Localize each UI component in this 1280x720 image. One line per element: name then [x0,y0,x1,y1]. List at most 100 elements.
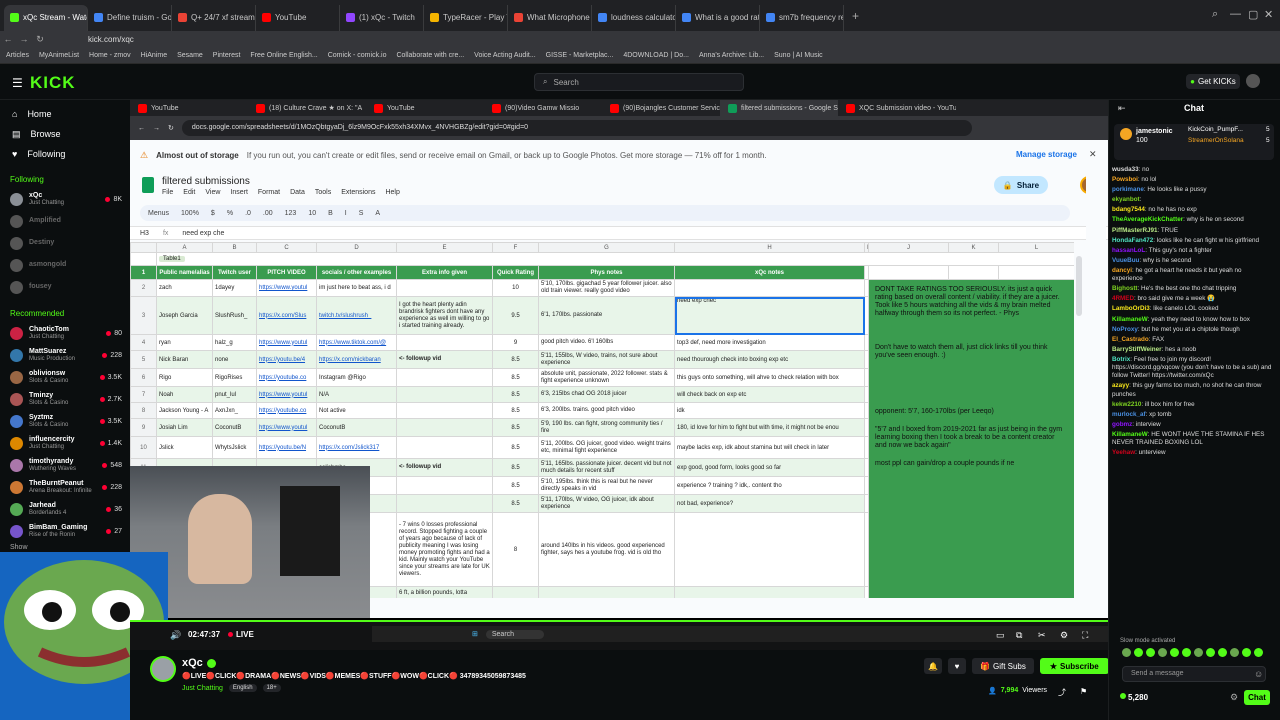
sidebar-channel[interactable]: Jarhead Borderlands 4 36 [0,498,130,520]
settings-gear-icon[interactable]: ⚙ [1060,630,1068,641]
sidebar-channel[interactable]: influencercity Just Chatting 1.4K [0,432,130,454]
bookmark-item[interactable]: HiAnime [141,52,167,59]
clip-icon[interactable]: ✂ [1038,630,1046,641]
sidebar-channel[interactable]: xQc Just Chatting 8K [0,188,130,210]
back-icon[interactable]: ← [0,34,16,44]
browser-tab[interactable]: What is a good ratio for v [676,4,760,31]
get-kicks-button[interactable]: ● Get KICKs [1186,74,1240,89]
bookmark-item[interactable]: Anna's Archive: Lib... [699,52,764,59]
bookmark-item[interactable]: Pinterest [213,52,241,59]
sidebar-channel[interactable]: TheBurntPeanut Arena Breakout: Infinite 22… [0,476,130,498]
bookmark-item[interactable]: MyAnimeList [39,52,79,59]
emote-icon[interactable] [1194,648,1203,657]
address-bar[interactable]: kick.com/xqc [88,35,134,44]
reload-icon[interactable]: ↻ [32,34,48,45]
chat-username[interactable]: KillamaneW [1112,431,1148,438]
emote-icon[interactable] [1182,648,1191,657]
share-stream-icon[interactable]: ⤴ [1058,687,1066,698]
chat-username[interactable]: Yeehaw [1112,449,1135,456]
emoji-picker-icon[interactable]: ☺ [1254,669,1263,679]
maximize-icon[interactable]: ▢ [1248,8,1258,21]
bookmark-item[interactable]: Home - zmov [89,52,131,59]
browser-tab[interactable]: xQc Stream - Watch Li [4,4,88,31]
theater-mode-icon[interactable]: ▭ [996,630,1005,641]
browser-tab[interactable]: sm7b frequency response [760,4,844,31]
report-flag-icon[interactable]: ⚑ [1080,687,1087,696]
tag-language[interactable]: English [228,684,257,692]
bookmark-item[interactable]: Collaborate with cre... [396,52,464,59]
sidebar-nav-following[interactable]: ♥ Following [0,144,130,164]
emote-icon[interactable] [1254,648,1263,657]
browser-tab[interactable]: YouTube [256,4,340,31]
emote-icon[interactable] [1158,648,1167,657]
chat-username[interactable]: gobmz [1112,421,1132,428]
browser-tab[interactable]: loudness calculator file - [592,4,676,31]
sidebar-channel[interactable]: timothyrandy Wuthering Waves 548 [0,454,130,476]
sidebar-channel[interactable]: Amplified [0,210,130,232]
chat-username[interactable]: kekw2210 [1112,401,1141,408]
emote-icon[interactable] [1122,648,1131,657]
menu-icon[interactable]: ☰ [12,76,23,90]
sidebar-channel[interactable]: Destiny [0,232,130,254]
gift-subs-button[interactable]: 🎁 Gift Subs [972,658,1034,674]
bookmark-item[interactable]: Free Online English... [250,52,317,59]
bookmark-item[interactable]: GISSE - Marketplac... [546,52,614,59]
chat-username[interactable]: NoProxy [1112,326,1138,333]
chat-username[interactable]: VuueBuu [1112,257,1139,264]
chat-username[interactable]: porkimane [1112,186,1144,193]
send-chat-button[interactable]: Chat [1244,690,1270,705]
browser-tab[interactable]: (1) xQc - Twitch [340,4,424,31]
sidebar-channel[interactable]: oblivionsw Slots & Casino 3.5K [0,366,130,388]
chat-username[interactable]: LamboOrDi3 [1112,305,1150,312]
sidebar-channel[interactable]: fousey [0,276,130,298]
bookmark-item[interactable]: Articles [6,52,29,59]
pinned-leaderboard[interactable]: jamestonic 100 KickCoin_PumpF... 5 Strea… [1114,124,1274,160]
minimize-icon[interactable]: — [1230,8,1241,20]
channel-points[interactable]: 5,280 [1128,693,1148,702]
subscribe-button[interactable]: ★ Subscribe [1039,658,1109,674]
chat-username[interactable]: azayy [1112,382,1129,389]
sidebar-nav-home[interactable]: ⌂ Home [0,104,130,124]
notification-bell-icon[interactable]: 🔔 [924,658,942,674]
streamer-avatar[interactable] [150,656,176,682]
chat-username[interactable]: dancyi [1112,267,1132,274]
chat-username[interactable]: Powsboi [1112,176,1138,183]
follow-heart-icon[interactable]: ♥ [948,658,966,674]
sidebar-channel[interactable]: MattSuarez Music Production 228 [0,344,130,366]
user-avatar[interactable] [1246,74,1260,88]
emote-icon[interactable] [1242,648,1251,657]
chat-settings-icon[interactable]: ⚙ [1230,692,1238,703]
volume-icon[interactable]: 🔊 [170,630,181,641]
chat-username[interactable]: Botrix [1112,356,1130,363]
chat-username[interactable]: HondaFan472 [1112,237,1153,244]
search-tabs-icon[interactable]: ⌕ [1212,8,1218,21]
emote-icon[interactable] [1230,648,1239,657]
chat-username[interactable]: BarryStiffWeiner [1112,346,1162,353]
emote-icon[interactable] [1146,648,1155,657]
sidebar-channel[interactable]: Syztmz Slots & Casino 3.5K [0,410,130,432]
chat-username[interactable]: ekyanbot [1112,196,1140,203]
bookmark-item[interactable]: Suno | AI Music [774,52,823,59]
sidebar-nav-browse[interactable]: ▤ Browse [0,124,130,144]
sidebar-channel[interactable]: ChaoticTom Just Chatting 80 [0,322,130,344]
chat-username[interactable]: KillamaneW [1112,316,1148,323]
search-input[interactable]: ⌕ Search [534,73,744,91]
browser-tab[interactable]: What Microphone Does R [508,4,592,31]
chat-username[interactable]: 4RMED [1112,295,1134,302]
chat-username[interactable]: PiffMasterRJ91 [1112,227,1158,234]
bookmark-item[interactable]: Sesame [177,52,203,59]
browser-tab[interactable]: TypeRacer - Play Typing G [424,4,508,31]
tag-mature[interactable]: 18+ [262,684,281,692]
emote-icon[interactable] [1218,648,1227,657]
stream-category[interactable]: Just Chatting [182,685,223,692]
sidebar-channel[interactable]: asmongold [0,254,130,276]
emote-icon[interactable] [1206,648,1215,657]
kick-logo[interactable]: KICK [30,73,76,93]
new-tab-icon[interactable]: + [844,9,867,23]
fullscreen-icon[interactable]: ⛶ [1082,630,1088,641]
emote-icon[interactable] [1170,648,1179,657]
chat-input[interactable]: Send a message [1122,666,1266,682]
chat-username[interactable]: hassanLoL [1112,247,1145,254]
chat-username[interactable]: murlock_af [1112,411,1146,418]
emote-icon[interactable] [1134,648,1143,657]
